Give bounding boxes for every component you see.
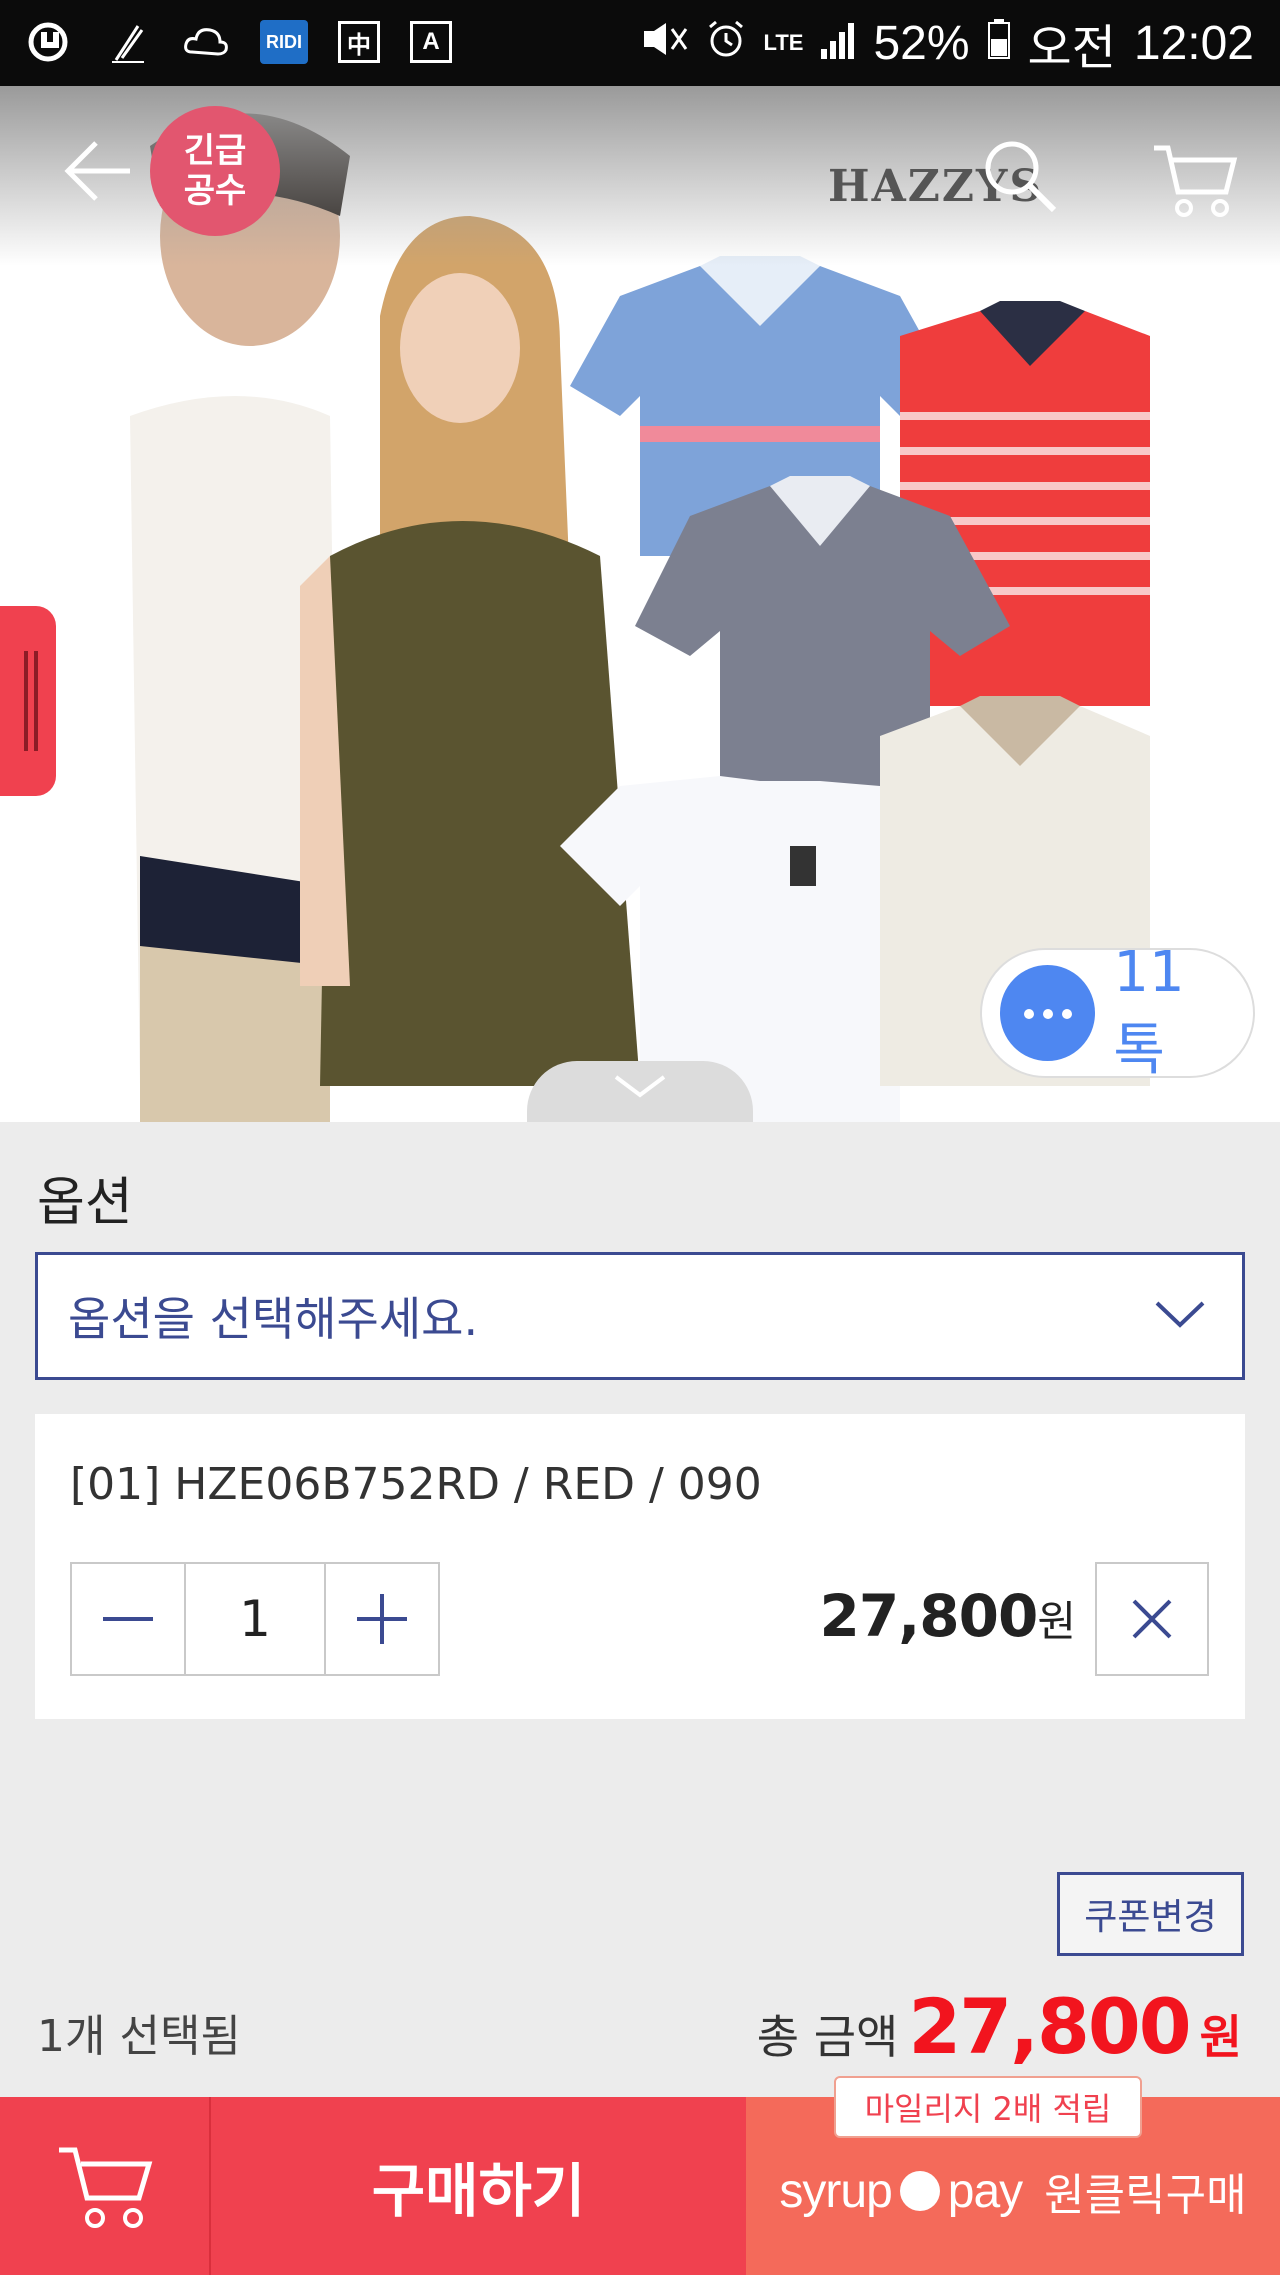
total-price: 총 금액 27,800 원 — [757, 1982, 1242, 2071]
ridi-icon: RIDI — [260, 20, 308, 64]
talk-label: 11 톡 — [1113, 940, 1185, 1083]
quantity-stepper: 1 — [70, 1562, 440, 1676]
collapse-tab[interactable] — [527, 1061, 753, 1122]
syrup-logo-left: syrup — [779, 2164, 892, 2218]
coupon-change-button[interactable]: 쿠폰변경 — [1057, 1872, 1244, 1956]
carrier-u-icon — [26, 18, 74, 66]
product-hero: 긴급 공수 HAZZYS 11 톡 — [0, 86, 1280, 1122]
mileage-tooltip: 마일리지 2배 적립 — [834, 2076, 1142, 2138]
chat-bubble-icon — [1000, 965, 1096, 1061]
increase-button[interactable] — [326, 1564, 438, 1674]
status-right: LTE 52% 오전 12:02 — [640, 10, 1254, 76]
search-button[interactable] — [980, 136, 1060, 216]
header-cart-button[interactable] — [1150, 136, 1240, 226]
arrow-left-icon — [64, 141, 130, 201]
chevron-down-icon — [1153, 1295, 1207, 1339]
chevron-down-icon — [614, 1075, 666, 1098]
handle-line — [34, 651, 38, 751]
a-keyboard-icon: A — [410, 21, 452, 63]
one-click-label: 원클릭구매 — [1044, 2170, 1247, 2221]
alarm-icon — [706, 16, 746, 71]
plus-icon — [357, 1594, 407, 1644]
ampm-label: 오전 — [1027, 22, 1116, 75]
pen-icon — [104, 18, 152, 66]
remove-item-button[interactable] — [1095, 1562, 1209, 1676]
status-left-icons: RIDI 中 A — [26, 18, 452, 66]
back-button[interactable] — [60, 131, 140, 211]
add-to-cart-button[interactable] — [0, 2097, 211, 2275]
battery-percent: 52% — [873, 16, 970, 70]
weather-icon — [182, 18, 230, 66]
cart-icon — [58, 2147, 152, 2228]
clock: 12:02 — [1133, 16, 1254, 70]
close-icon — [1132, 1599, 1172, 1639]
options-title: 옵션 — [37, 1173, 133, 1233]
selected-count: 1개 선택됨 — [37, 2011, 241, 2062]
talk-button[interactable]: 11 톡 — [980, 940, 1255, 1083]
option-select[interactable]: 옵션을 선택해주세요. — [35, 1252, 1245, 1380]
syrup-logo-right: pay — [947, 2164, 1023, 2218]
search-icon — [985, 141, 1057, 213]
cart-icon — [1154, 145, 1238, 217]
options-panel: 옵션 옵션을 선택해주세요. [01] HZE06B752RD / RED / … — [0, 1122, 1280, 2097]
decrease-button[interactable] — [72, 1564, 184, 1674]
side-drawer-handle[interactable] — [0, 606, 56, 796]
total-unit: 원 — [1199, 2010, 1242, 2064]
item-price-unit: 원 — [1037, 1597, 1076, 1646]
urgent-import-badge: 긴급 공수 — [150, 106, 280, 236]
badge-line-2: 공수 — [183, 171, 247, 211]
syrup-dot-icon — [899, 2171, 940, 2211]
handle-line — [24, 651, 28, 751]
item-price: 27,800원 — [819, 1582, 1076, 1650]
total-amount: 27,800 — [908, 1982, 1191, 2071]
badge-line-1: 긴급 — [183, 131, 247, 171]
selected-item-card: [01] HZE06B752RD / RED / 090 1 27,800원 — [35, 1414, 1245, 1719]
network-type: LTE — [763, 30, 804, 55]
total-label: 총 금액 — [756, 2010, 899, 2064]
minus-icon — [103, 1617, 153, 1621]
item-price-value: 27,800 — [819, 1582, 1039, 1650]
item-option-name: [01] HZE06B752RD / RED / 090 — [70, 1459, 762, 1510]
status-bar: RIDI 中 A LTE 52% 오전 12:02 — [0, 0, 1280, 86]
mute-icon — [640, 16, 688, 71]
battery-icon — [987, 16, 1010, 71]
chinese-input-icon: 中 — [338, 21, 380, 63]
signal-icon — [821, 16, 855, 71]
buy-button[interactable]: 구매하기 — [211, 2097, 746, 2275]
quantity-value[interactable]: 1 — [184, 1564, 326, 1674]
option-select-placeholder: 옵션을 선택해주세요. — [68, 1292, 479, 1346]
